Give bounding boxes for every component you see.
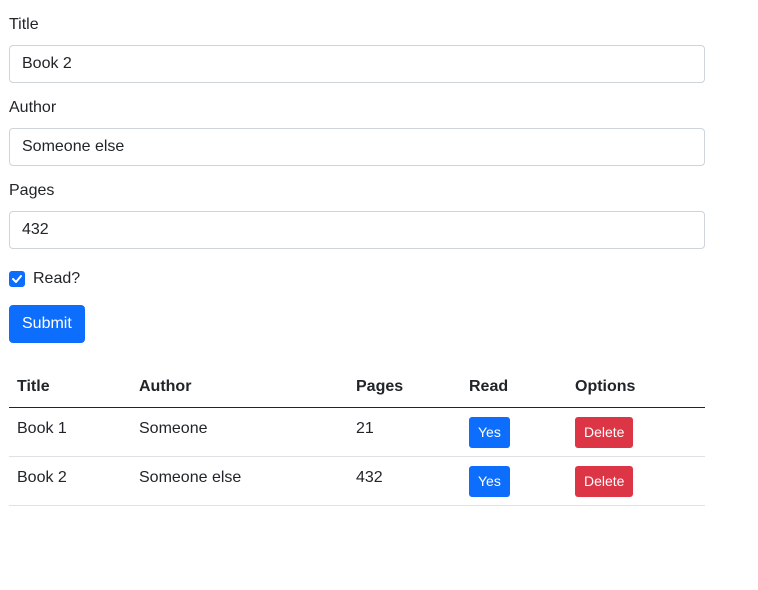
header-read: Read xyxy=(461,367,567,408)
cell-pages: 432 xyxy=(348,456,461,506)
author-input[interactable] xyxy=(9,128,705,166)
cell-options: Delete xyxy=(567,456,705,506)
table-row: Book 1 Someone 21 Yes Delete xyxy=(9,407,705,457)
read-toggle-button[interactable]: Yes xyxy=(469,465,510,497)
read-checkbox-row: Read? xyxy=(9,267,705,291)
delete-button[interactable]: Delete xyxy=(575,416,634,448)
books-table: Title Author Pages Read Options Book 1 S… xyxy=(9,367,705,506)
cell-read: Yes xyxy=(461,407,567,457)
cell-title: Book 2 xyxy=(9,456,131,506)
cell-title: Book 1 xyxy=(9,407,131,457)
read-checkbox-label: Read? xyxy=(33,270,81,287)
author-label: Author xyxy=(9,99,57,116)
book-form-container: Title Author Pages Read? Submit Title Au… xyxy=(9,0,705,506)
submit-button[interactable]: Submit xyxy=(9,305,85,343)
title-label: Title xyxy=(9,16,39,33)
header-title: Title xyxy=(9,367,131,408)
cell-author: Someone xyxy=(131,407,348,457)
cell-author: Someone else xyxy=(131,456,348,506)
book-form: Title Author Pages Read? Submit xyxy=(9,13,705,343)
cell-pages: 21 xyxy=(348,407,461,457)
delete-button[interactable]: Delete xyxy=(575,465,634,497)
title-input[interactable] xyxy=(9,45,705,83)
cell-options: Delete xyxy=(567,407,705,457)
read-checkbox[interactable] xyxy=(9,271,25,287)
pages-label: Pages xyxy=(9,182,55,199)
cell-read: Yes xyxy=(461,456,567,506)
pages-input[interactable] xyxy=(9,211,705,249)
header-pages: Pages xyxy=(348,367,461,408)
read-toggle-button[interactable]: Yes xyxy=(469,416,510,448)
table-header-row: Title Author Pages Read Options xyxy=(9,367,705,408)
header-author: Author xyxy=(131,367,348,408)
checkmark-icon xyxy=(12,275,22,283)
table-row: Book 2 Someone else 432 Yes Delete xyxy=(9,456,705,506)
header-options: Options xyxy=(567,367,705,408)
